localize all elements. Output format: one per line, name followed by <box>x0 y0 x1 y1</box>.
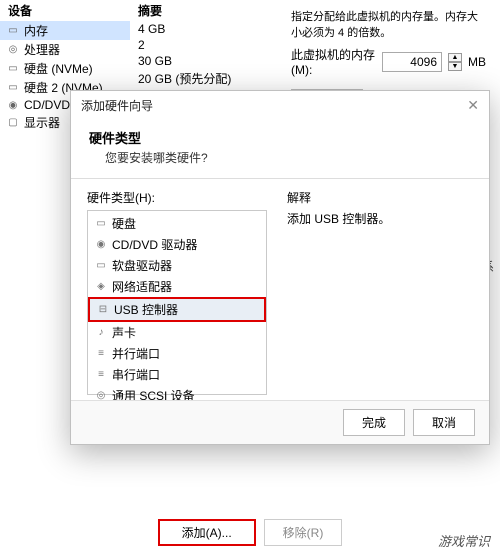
hw-type-label: 声卡 <box>112 324 136 341</box>
hw-type-icon: ≡ <box>94 347 108 361</box>
memory-unit: MB <box>468 55 486 69</box>
watermark: 游戏常识 <box>438 531 490 550</box>
explain-text: 添加 USB 控制器。 <box>287 210 473 227</box>
hw-type-label: 串行端口 <box>112 366 160 383</box>
hw-icon: ◉ <box>6 98 20 112</box>
hw-type-label: 网络适配器 <box>112 278 172 295</box>
hw-type-label: 硬盘 <box>112 215 136 232</box>
wizard-subheading: 您要安装哪类硬件? <box>105 149 471 166</box>
hw-row[interactable]: ▭ 内存 <box>0 21 130 40</box>
hw-type-item[interactable]: ♪ 声卡 <box>88 322 266 343</box>
close-icon[interactable]: ✕ <box>467 97 479 114</box>
finish-button[interactable]: 完成 <box>343 409 405 436</box>
hw-name: 显示器 <box>24 114 60 131</box>
hw-type-label: 硬件类型(H): <box>87 189 267 206</box>
hw-type-icon: ▭ <box>94 259 108 273</box>
hw-type-icon: ≡ <box>94 368 108 382</box>
hw-type-label: 并行端口 <box>112 345 160 362</box>
hw-type-item[interactable]: ≡ 并行端口 <box>88 343 266 364</box>
hw-type-item[interactable]: ◈ 网络适配器 <box>88 276 266 297</box>
memory-desc: 指定分配给此虚拟机的内存量。内存大小必须为 4 的倍数。 <box>291 8 486 40</box>
hw-type-item[interactable]: ▭ 软盘驱动器 <box>88 255 266 276</box>
hw-name: 处理器 <box>24 41 60 58</box>
hw-icon: ◎ <box>6 43 20 57</box>
hw-type-label: 软盘驱动器 <box>112 257 172 274</box>
remove-button[interactable]: 移除(R) <box>264 519 343 546</box>
hw-name: 内存 <box>24 22 48 39</box>
add-button[interactable]: 添加(A)... <box>158 519 256 546</box>
hw-icon: ▭ <box>6 81 20 95</box>
hw-type-item[interactable]: ▭ 硬盘 <box>88 213 266 234</box>
hw-type-label: CD/DVD 驱动器 <box>112 236 197 253</box>
hw-type-item[interactable]: ⊟ USB 控制器 <box>88 297 266 322</box>
devices-header: 设备 <box>0 0 130 21</box>
hw-type-label: USB 控制器 <box>114 301 178 318</box>
hw-type-item[interactable]: ◉ CD/DVD 驱动器 <box>88 234 266 255</box>
hw-icon: ▢ <box>6 116 20 130</box>
hw-type-icon: ◈ <box>94 280 108 294</box>
hw-row[interactable]: ▭ 硬盘 (NVMe) <box>0 59 130 78</box>
add-hardware-wizard: 添加硬件向导 ✕ 硬件类型 您要安装哪类硬件? 硬件类型(H): ▭ 硬盘 ◉ CD/… <box>70 90 490 445</box>
wizard-heading: 硬件类型 <box>89 128 471 147</box>
mem-spin-up[interactable]: ▲ <box>448 53 462 62</box>
hw-type-icon: ◉ <box>94 238 108 252</box>
hw-type-item[interactable]: ≡ 串行端口 <box>88 364 266 385</box>
hw-type-icon: ▭ <box>94 217 108 231</box>
hw-name: 硬盘 (NVMe) <box>24 60 93 77</box>
wizard-title: 添加硬件向导 <box>81 97 153 114</box>
memory-label: 此虚拟机的内存(M): <box>291 46 376 77</box>
memory-input[interactable] <box>382 52 442 72</box>
hw-icon: ▭ <box>6 62 20 76</box>
hw-type-list[interactable]: ▭ 硬盘 ◉ CD/DVD 驱动器 ▭ 软盘驱动器 ◈ 网络适配器⊟ USB 控制器 ♪ 声卡 ≡ 并行… <box>87 210 267 395</box>
explain-label: 解释 <box>287 189 473 206</box>
hw-icon: ▭ <box>6 24 20 38</box>
cancel-button[interactable]: 取消 <box>413 409 475 436</box>
hw-type-icon: ⊟ <box>96 303 110 317</box>
hw-row[interactable]: ◎ 处理器 <box>0 40 130 59</box>
mem-spin-down[interactable]: ▼ <box>448 62 462 71</box>
hw-type-icon: ♪ <box>94 326 108 340</box>
